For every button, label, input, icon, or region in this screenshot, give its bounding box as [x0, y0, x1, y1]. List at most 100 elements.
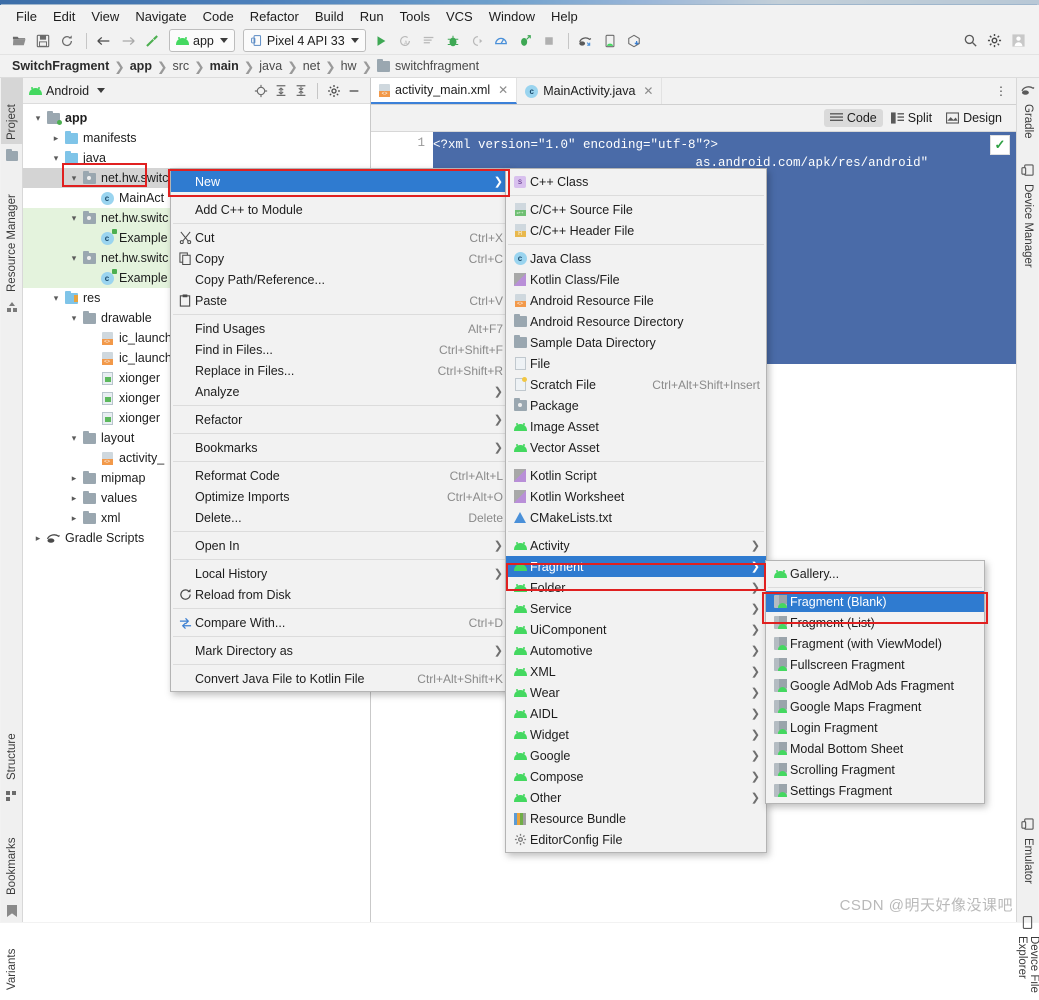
menu-item-sample-data-directory[interactable]: Sample Data Directory [506, 332, 766, 353]
close-icon[interactable]: ✕ [498, 83, 508, 97]
menu-item-fragment-with-viewmodel[interactable]: Fragment (with ViewModel) [766, 633, 984, 654]
account-icon[interactable] [1007, 30, 1029, 52]
menu-item-automotive[interactable]: Automotive ❯ [506, 640, 766, 661]
chevron-right-icon[interactable]: ▸ [67, 493, 81, 504]
back-icon[interactable] [93, 30, 115, 52]
open-project-icon[interactable] [8, 30, 30, 52]
menu-item-convert-java-file-to-kotlin-file[interactable]: Convert Java File to Kotlin File Ctrl+Alt… [171, 668, 509, 689]
chevron-down-icon[interactable]: ▾ [49, 153, 63, 164]
menubar-item-file[interactable]: File [8, 7, 45, 26]
menu-item-image-asset[interactable]: Image Asset [506, 416, 766, 437]
menu-item-gallery[interactable]: Gallery... [766, 563, 984, 584]
inspection-ok-icon[interactable]: ✓ [990, 135, 1010, 155]
expand-all-icon[interactable] [271, 81, 291, 101]
sidebar-item-variants[interactable]: Variants [1, 924, 23, 994]
device-selector[interactable]: Pixel 4 API 33 [242, 29, 366, 52]
search-icon[interactable] [959, 30, 981, 52]
tab-main-activity-java[interactable]: c MainActivity.java ✕ [517, 78, 663, 104]
menu-item-find-usages[interactable]: Find Usages Alt+F7 [171, 318, 509, 339]
sidebar-item-emulator[interactable]: Emulator [1017, 834, 1039, 904]
sidebar-item-resource-manager[interactable]: Resource Manager [1, 168, 23, 296]
tab-options-icon[interactable]: ⋮ [987, 78, 1016, 104]
menu-item-kotlin-script[interactable]: Kotlin Script [506, 465, 766, 486]
menu-item-android-resource-file[interactable]: Android Resource File [506, 290, 766, 311]
chevron-down-icon[interactable]: ▾ [31, 113, 45, 124]
menu-item-scratch-file[interactable]: Scratch File Ctrl+Alt+Shift+Insert [506, 374, 766, 395]
menu-item-cmakelists-txt[interactable]: CMakeLists.txt [506, 507, 766, 528]
menu-item-find-in-files[interactable]: Find in Files... Ctrl+Shift+F [171, 339, 509, 360]
chevron-right-icon[interactable]: ▸ [31, 533, 45, 544]
menu-item-android-resource-directory[interactable]: Android Resource Directory [506, 311, 766, 332]
chevron-down-icon[interactable]: ▾ [67, 173, 81, 184]
new-submenu[interactable]: sC++ Class C/C++ Source File C/C++ Header … [505, 168, 767, 853]
chevron-down-icon[interactable]: ▾ [67, 313, 81, 324]
sdk-manager-icon[interactable] [623, 30, 645, 52]
chevron-right-icon[interactable]: ▸ [67, 473, 81, 484]
menu-item-replace-in-files[interactable]: Replace in Files... Ctrl+Shift+R [171, 360, 509, 381]
menu-item-wear[interactable]: Wear ❯ [506, 682, 766, 703]
menu-item-editorconfig-file[interactable]: EditorConfig File [506, 829, 766, 850]
menu-item-cut[interactable]: Cut Ctrl+X [171, 227, 509, 248]
menu-item-scrolling-fragment[interactable]: Scrolling Fragment [766, 759, 984, 780]
menu-item-settings-fragment[interactable]: Settings Fragment [766, 780, 984, 801]
menu-item-delete[interactable]: Delete... Delete [171, 507, 509, 528]
menubar-item-tools[interactable]: Tools [392, 7, 438, 26]
menu-item-google[interactable]: Google ❯ [506, 745, 766, 766]
menu-item-analyze[interactable]: Analyze ❯ [171, 381, 509, 402]
settings-gear-icon[interactable] [983, 30, 1005, 52]
breadcrumb-item-net[interactable]: net [303, 59, 320, 73]
menu-item-add-c-to-module[interactable]: Add C++ to Module [171, 199, 509, 220]
menu-item-copy-path-reference[interactable]: Copy Path/Reference... [171, 269, 509, 290]
menubar-item-navigate[interactable]: Navigate [127, 7, 194, 26]
breadcrumb-item-app[interactable]: app [130, 59, 152, 73]
menu-item-reformat-code[interactable]: Reformat Code Ctrl+Alt+L [171, 465, 509, 486]
menu-item-other[interactable]: Other ❯ [506, 787, 766, 808]
debug-icon[interactable] [442, 30, 464, 52]
menu-item-open-in[interactable]: Open In ❯ [171, 535, 509, 556]
menu-item-kotlin-worksheet[interactable]: Kotlin Worksheet [506, 486, 766, 507]
profiler-icon[interactable] [490, 30, 512, 52]
menu-item-package[interactable]: Package [506, 395, 766, 416]
settings-gear-icon[interactable] [324, 81, 344, 101]
menu-item-bookmarks[interactable]: Bookmarks ❯ [171, 437, 509, 458]
avd-manager-icon[interactable] [599, 30, 621, 52]
menu-item-aidl[interactable]: AIDL ❯ [506, 703, 766, 724]
hide-panel-icon[interactable] [344, 81, 364, 101]
apply-changes-icon[interactable]: A [394, 30, 416, 52]
sidebar-item-bookmarks[interactable]: Bookmarks [1, 813, 23, 899]
sidebar-item-structure[interactable]: Structure [1, 706, 23, 784]
mode-split-button[interactable]: Split [885, 109, 938, 127]
menubar-item-help[interactable]: Help [543, 7, 586, 26]
menu-item-activity[interactable]: Activity ❯ [506, 535, 766, 556]
menubar-item-edit[interactable]: Edit [45, 7, 83, 26]
project-view-selector-label[interactable]: Android [46, 84, 89, 98]
menu-item-fullscreen-fragment[interactable]: Fullscreen Fragment [766, 654, 984, 675]
menu-item-mark-directory-as[interactable]: Mark Directory as ❯ [171, 640, 509, 661]
run-icon[interactable] [370, 30, 392, 52]
menubar-item-code[interactable]: Code [195, 7, 242, 26]
menubar-item-view[interactable]: View [83, 7, 127, 26]
logcat-icon[interactable] [418, 30, 440, 52]
tree-node[interactable]: ▸ manifests [23, 128, 370, 148]
tree-node[interactable]: ▾ java [23, 148, 370, 168]
breadcrumb-item-switchfragment[interactable]: SwitchFragment [12, 59, 109, 73]
menubar-item-run[interactable]: Run [352, 7, 392, 26]
menu-item-uicomponent[interactable]: UiComponent ❯ [506, 619, 766, 640]
chevron-right-icon[interactable]: ▸ [49, 133, 63, 144]
mode-code-button[interactable]: Code [823, 109, 883, 127]
chevron-down-icon[interactable]: ▾ [67, 213, 81, 224]
sidebar-item-device-manager[interactable]: Device Manager [1017, 180, 1039, 290]
menu-item-google-admob-ads-fragment[interactable]: Google AdMob Ads Fragment [766, 675, 984, 696]
menubar-item-build[interactable]: Build [307, 7, 352, 26]
forward-icon[interactable] [117, 30, 139, 52]
chevron-right-icon[interactable]: ▸ [67, 513, 81, 524]
menu-item-kotlin-class-file[interactable]: Kotlin Class/File [506, 269, 766, 290]
fragment-submenu[interactable]: Gallery... Fragment (Blank) Fragment (List… [765, 560, 985, 804]
breadcrumb-item-main[interactable]: main [210, 59, 239, 73]
module-selector[interactable]: app [169, 29, 235, 52]
menu-item-modal-bottom-sheet[interactable]: Modal Bottom Sheet [766, 738, 984, 759]
menubar-item-window[interactable]: Window [481, 7, 543, 26]
menu-item-xml[interactable]: XML ❯ [506, 661, 766, 682]
breadcrumb-item-java[interactable]: java [259, 59, 282, 73]
menu-item-optimize-imports[interactable]: Optimize Imports Ctrl+Alt+O [171, 486, 509, 507]
